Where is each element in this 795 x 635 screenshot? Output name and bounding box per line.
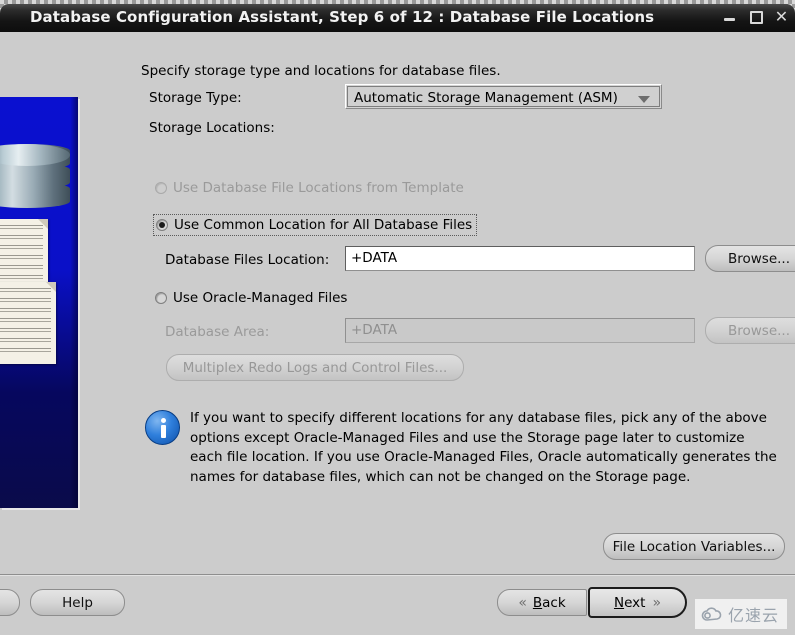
intro-text: Specify storage type and locations for d…: [141, 63, 501, 79]
dialog-body: Specify storage type and locations for d…: [0, 32, 795, 635]
storage-locations-label: Storage Locations:: [149, 120, 275, 136]
radio-use-oracle-managed-files[interactable]: Use Oracle-Managed Files: [155, 290, 347, 306]
file-location-variables-button[interactable]: File Location Variables...: [603, 533, 785, 560]
close-icon[interactable]: ✕: [774, 9, 789, 24]
storage-type-dropdown[interactable]: Automatic Storage Management (ASM): [345, 84, 662, 109]
database-files-location-input[interactable]: +DATA: [345, 246, 695, 271]
multiplex-redo-logs-button: Multiplex Redo Logs and Control Files...: [166, 354, 464, 381]
window-controls: ✕: [722, 9, 789, 24]
info-message: If you want to specify different locatio…: [190, 410, 777, 485]
radio-button-icon[interactable]: [155, 292, 167, 304]
back-rest: ack: [542, 594, 566, 611]
main-content: Specify storage type and locations for d…: [140, 32, 795, 560]
radio-use-common-location[interactable]: Use Common Location for All Database Fil…: [153, 214, 478, 236]
database-area-label: Database Area:: [165, 324, 270, 340]
minimize-icon[interactable]: [722, 9, 737, 24]
back-mnemonic: B: [532, 594, 543, 611]
back-button-label: Back: [533, 595, 566, 611]
window-title: Database Configuration Assistant, Step 6…: [30, 8, 655, 26]
radio-use-template[interactable]: Use Database File Locations from Templat…: [155, 180, 464, 196]
next-button-label: Next: [614, 595, 645, 611]
radio-use-template-label: Use Database File Locations from Templat…: [173, 180, 464, 196]
oracle-banner-graphic: [0, 97, 78, 508]
cancel-button-partial[interactable]: [0, 589, 20, 616]
database-files-location-value: +DATA: [351, 250, 398, 266]
help-button[interactable]: Help: [30, 589, 125, 616]
database-area-input: +DATA: [345, 318, 695, 343]
radio-button-icon[interactable]: [155, 182, 167, 194]
chevron-down-icon: [638, 96, 650, 103]
radio-use-common-location-label: Use Common Location for All Database Fil…: [174, 217, 473, 233]
back-button[interactable]: « Back: [497, 589, 587, 616]
paper-sheet-graphic: [0, 282, 56, 364]
database-files-location-label: Database Files Location:: [165, 252, 330, 268]
chevron-right-icon: »: [652, 594, 662, 611]
database-cylinder-icon: [0, 144, 70, 222]
info-icon: [145, 410, 180, 445]
footer-separator: [0, 574, 795, 575]
next-rest: ext: [624, 594, 646, 611]
browse-database-area-button: Browse...: [705, 317, 795, 344]
browse-database-files-button[interactable]: Browse...: [705, 245, 795, 272]
maximize-icon[interactable]: [748, 9, 763, 24]
radio-use-oracle-managed-files-label: Use Oracle-Managed Files: [173, 290, 348, 306]
title-bar[interactable]: Database Configuration Assistant, Step 6…: [0, 4, 795, 32]
radio-button-icon[interactable]: [156, 219, 168, 231]
dcca-window: Database Configuration Assistant, Step 6…: [0, 0, 795, 635]
cloud-icon: [701, 606, 723, 622]
watermark-text: 亿速云: [727, 606, 779, 625]
storage-type-label: Storage Type:: [149, 90, 242, 106]
storage-type-value: Automatic Storage Management (ASM): [354, 90, 618, 106]
chevron-left-icon: «: [518, 594, 527, 611]
next-mnemonic: N: [613, 594, 625, 611]
watermark: 亿速云: [694, 599, 787, 629]
next-button[interactable]: Next »: [588, 587, 687, 618]
database-area-value: +DATA: [351, 322, 398, 338]
